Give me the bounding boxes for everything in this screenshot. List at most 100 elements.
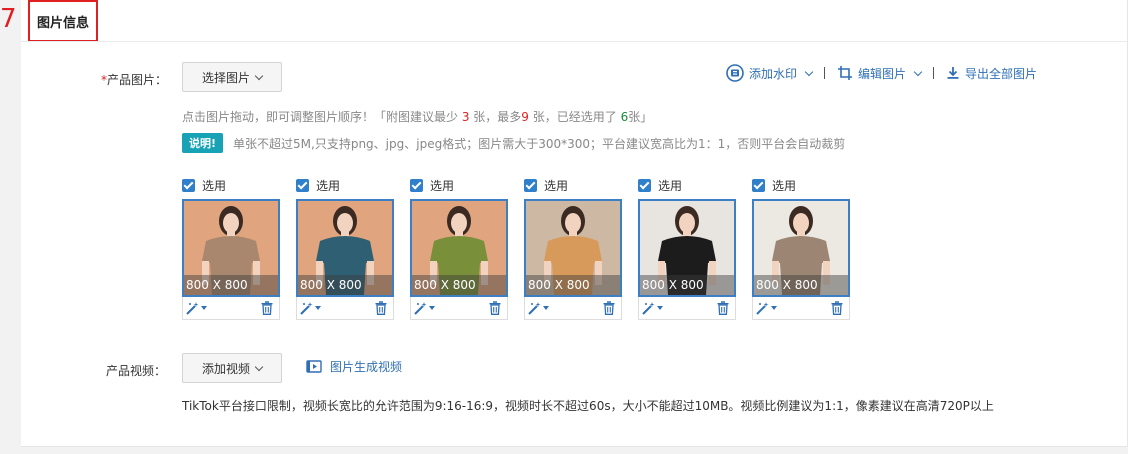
- image-select-toggle[interactable]: 选用: [410, 176, 508, 194]
- caret-down-icon: [657, 306, 663, 310]
- add-watermark-button[interactable]: 添加水印: [726, 64, 814, 82]
- toolbar-separator: [933, 67, 935, 79]
- magic-edit-button[interactable]: [414, 301, 435, 315]
- magic-wand-icon: [414, 302, 427, 315]
- image-select-toggle[interactable]: 选用: [182, 176, 280, 194]
- magic-wand-icon: [528, 302, 541, 315]
- product-image-thumbnail[interactable]: 800 X 800: [182, 199, 280, 297]
- image-actions: [296, 297, 394, 320]
- magic-edit-button[interactable]: [186, 301, 207, 315]
- chevron-down-icon: [913, 67, 923, 76]
- checkbox-checked-icon[interactable]: [524, 178, 537, 192]
- tip-mid: 张，最多: [469, 110, 522, 124]
- edit-image-label: 编辑图片: [858, 66, 907, 81]
- image-actions: [638, 297, 736, 320]
- trash-icon[interactable]: [489, 301, 501, 315]
- image-item[interactable]: 选用 800 X 800: [524, 176, 622, 320]
- magic-edit-button[interactable]: [756, 301, 777, 315]
- image-select-toggle[interactable]: 选用: [296, 176, 394, 194]
- chevron-down-icon: [254, 362, 264, 371]
- image-item[interactable]: 选用 800 X 800: [182, 176, 280, 320]
- product-image-thumbnail[interactable]: 800 X 800: [752, 199, 850, 297]
- product-images-label: *产品图片：: [101, 71, 167, 88]
- add-video-label: 添加视频: [201, 361, 250, 376]
- format-note: 说明! 单张不超过5M,只支持png、jpg、jpeg格式；图片需大于300*3…: [182, 133, 845, 153]
- image-dimensions: 800 X 800: [526, 275, 620, 295]
- image-select-label: 选用: [658, 178, 683, 193]
- tip-mid2: 张，已经选用了: [528, 110, 621, 124]
- caret-down-icon: [771, 306, 777, 310]
- checkbox-checked-icon[interactable]: [296, 178, 309, 192]
- image-dimensions: 800 X 800: [184, 275, 278, 295]
- magic-wand-icon: [756, 302, 769, 315]
- trash-icon[interactable]: [375, 301, 387, 315]
- image-select-toggle[interactable]: 选用: [524, 176, 622, 194]
- tip-suffix: 张」: [628, 110, 653, 124]
- magic-edit-button[interactable]: [528, 301, 549, 315]
- image-item[interactable]: 选用 800 X 800: [410, 176, 508, 320]
- video-icon: [306, 360, 322, 373]
- trash-icon[interactable]: [603, 301, 615, 315]
- chevron-down-icon: [254, 71, 264, 80]
- caret-down-icon: [429, 306, 435, 310]
- watermark-icon: [726, 64, 744, 82]
- product-image-thumbnail[interactable]: 800 X 800: [638, 199, 736, 297]
- magic-edit-button[interactable]: [300, 301, 321, 315]
- product-image-thumbnail[interactable]: 800 X 800: [410, 199, 508, 297]
- product-images-label-text: 产品图片：: [107, 73, 168, 87]
- checkbox-checked-icon[interactable]: [638, 178, 651, 192]
- chevron-down-icon: [804, 67, 814, 76]
- image-item[interactable]: 选用 800 X 800: [752, 176, 850, 320]
- video-restriction-note: TikTok平台接口限制，视频长宽比的允许范围为9:16-16:9，视频时长不超…: [182, 399, 994, 413]
- generate-video-link[interactable]: 图片生成视频: [306, 358, 402, 375]
- trash-icon[interactable]: [831, 301, 843, 315]
- image-order-tip: 点击图片拖动，即可调整图片顺序！「附图建议最少 3 张，最多9 张，已经选用了 …: [182, 108, 652, 125]
- crop-icon: [838, 66, 853, 80]
- add-watermark-label: 添加水印: [749, 66, 798, 81]
- title-divider: [21, 41, 1127, 42]
- trash-icon[interactable]: [261, 301, 273, 315]
- image-dimensions: 800 X 800: [298, 275, 392, 295]
- checkbox-checked-icon[interactable]: [410, 178, 423, 192]
- product-image-thumbnail[interactable]: 800 X 800: [296, 199, 394, 297]
- image-dimensions: 800 X 800: [754, 275, 848, 295]
- magic-wand-icon: [186, 302, 199, 315]
- caret-down-icon: [543, 306, 549, 310]
- magic-edit-button[interactable]: [642, 301, 663, 315]
- image-actions: [182, 297, 280, 320]
- magic-wand-icon: [300, 302, 313, 315]
- product-image-thumbnail[interactable]: 800 X 800: [524, 199, 622, 297]
- caret-down-icon: [315, 306, 321, 310]
- note-badge: 说明!: [182, 133, 224, 153]
- note-text: 单张不超过5M,只支持png、jpg、jpeg格式；图片需大于300*300；平…: [233, 136, 846, 151]
- image-select-label: 选用: [202, 178, 227, 193]
- image-select-toggle[interactable]: 选用: [638, 176, 736, 194]
- add-video-button[interactable]: 添加视频: [182, 353, 282, 383]
- image-actions: [524, 297, 622, 320]
- tip-max-count: 9: [521, 110, 529, 124]
- image-actions: [752, 297, 850, 320]
- checkbox-checked-icon[interactable]: [752, 178, 765, 192]
- image-dimensions: 800 X 800: [640, 275, 734, 295]
- section-title: 图片信息: [28, 0, 98, 42]
- export-all-button[interactable]: 导出全部图片: [946, 65, 1037, 82]
- step-number: 7: [0, 4, 17, 34]
- image-item[interactable]: 选用 800 X 800: [638, 176, 736, 320]
- toolbar-separator: [824, 67, 826, 79]
- image-select-label: 选用: [316, 178, 341, 193]
- checkbox-checked-icon[interactable]: [182, 178, 195, 192]
- image-toolbar: 添加水印 编辑图片 导出全部图片: [726, 62, 1037, 84]
- select-images-label: 选择图片: [201, 70, 250, 85]
- edit-image-button[interactable]: 编辑图片: [837, 65, 923, 82]
- image-select-label: 选用: [772, 178, 797, 193]
- select-images-button[interactable]: 选择图片: [182, 62, 282, 92]
- download-icon: [947, 67, 959, 79]
- magic-wand-icon: [642, 302, 655, 315]
- image-select-label: 选用: [430, 178, 455, 193]
- export-all-label: 导出全部图片: [965, 66, 1038, 81]
- tip-prefix: 点击图片拖动，即可调整图片顺序！「附图建议最少: [182, 110, 462, 124]
- trash-icon[interactable]: [717, 301, 729, 315]
- image-select-toggle[interactable]: 选用: [752, 176, 850, 194]
- image-item[interactable]: 选用 800 X 800: [296, 176, 394, 320]
- image-actions: [410, 297, 508, 320]
